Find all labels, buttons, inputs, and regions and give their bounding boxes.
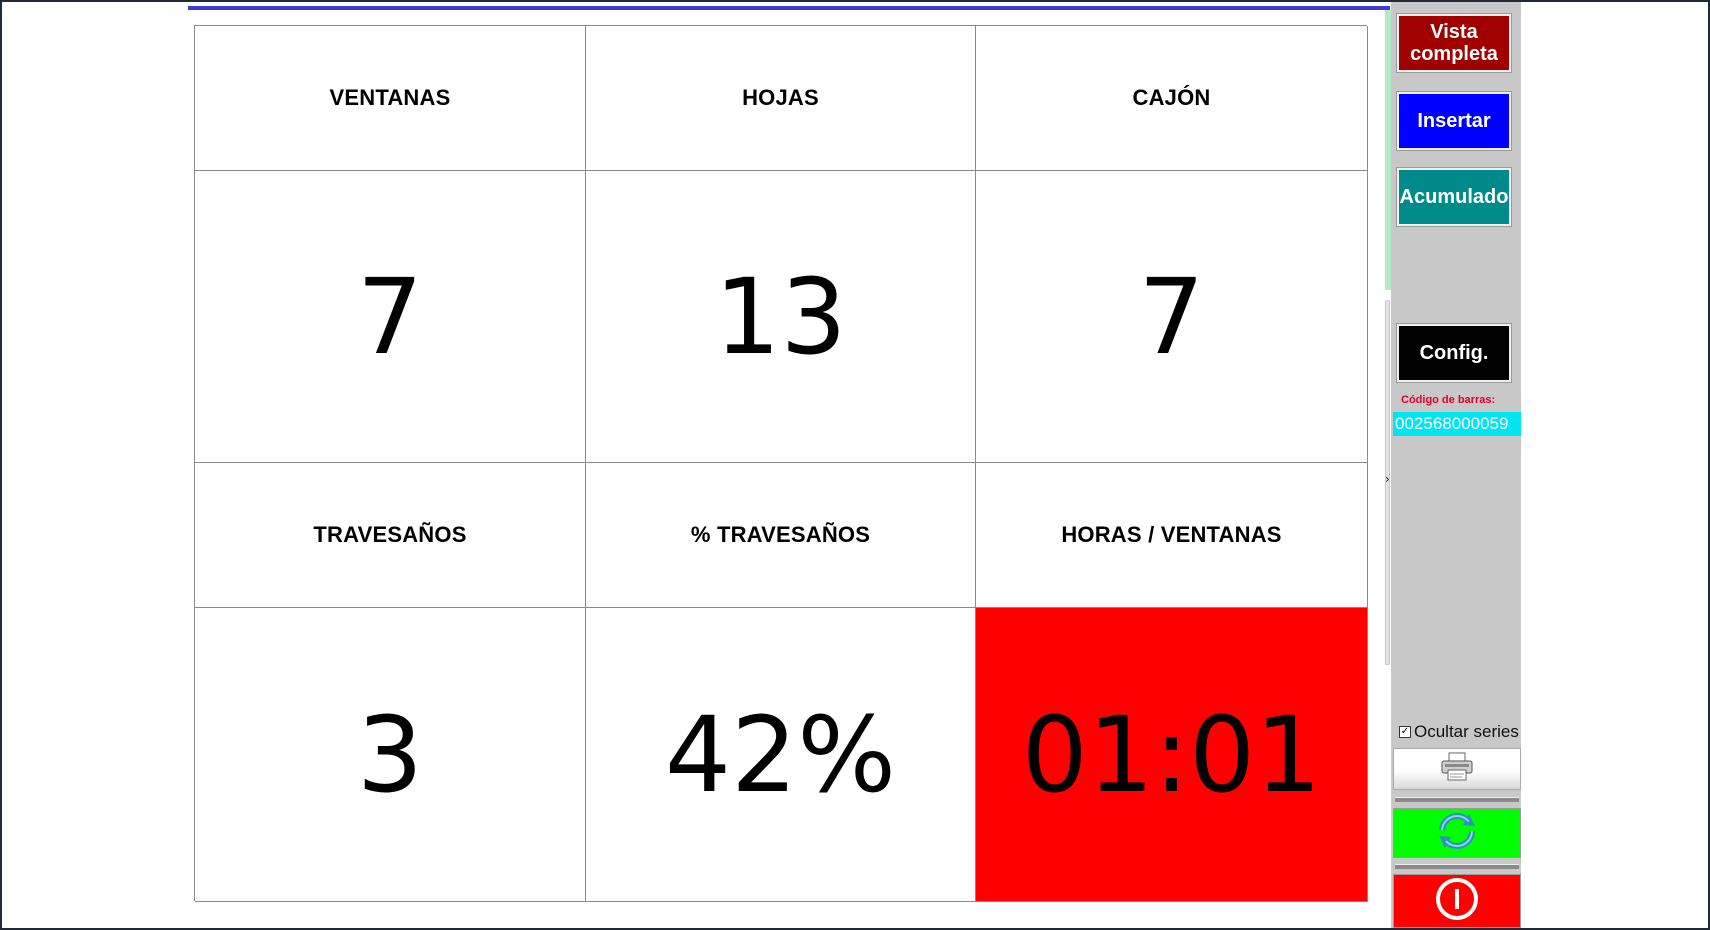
horas-ventanas-value: 01:01 [976, 608, 1368, 902]
print-button[interactable] [1393, 748, 1521, 790]
chevron-right-icon[interactable]: › [1385, 472, 1390, 486]
ventanas-header: VENTANAS [195, 26, 586, 171]
hojas-value: 13 [586, 171, 976, 463]
panel-separator [1395, 797, 1519, 802]
horas-ventanas-header: HORAS / VENTANAS [976, 463, 1368, 608]
cajon-value: 7 [976, 171, 1368, 463]
travesanos-value: 3 [195, 608, 586, 902]
acumulado-button[interactable]: Acumulado [1396, 167, 1512, 227]
production-grid: VENTANAS HOJAS CAJÓN 7 13 7 TRAVESAÑOS %… [194, 25, 1368, 902]
barcode-label: Código de barras: [1401, 394, 1496, 406]
power-button[interactable] [1393, 874, 1521, 928]
vista-completa-button[interactable]: Vista completa [1396, 13, 1512, 73]
ventanas-value: 7 [195, 171, 586, 463]
refresh-icon [1435, 810, 1479, 856]
barcode-input[interactable]: 002568000059 [1393, 412, 1521, 436]
panel-separator [1395, 864, 1519, 869]
ocultar-series-row[interactable]: ✓ Ocultar series [1399, 722, 1519, 742]
insertar-button[interactable]: Insertar [1396, 91, 1512, 151]
header-divider [188, 6, 1390, 10]
travesanos-header: TRAVESAÑOS [195, 463, 586, 608]
ocultar-series-label: Ocultar series [1414, 722, 1519, 741]
right-panel: Vista completa Insertar Acumulado Config… [1391, 2, 1521, 928]
pct-travesanos-value: 42% [586, 608, 976, 902]
config-button[interactable]: Config. [1396, 323, 1512, 383]
refresh-button[interactable] [1393, 808, 1521, 858]
power-icon [1434, 876, 1480, 926]
pct-travesanos-header: % TRAVESAÑOS [586, 463, 976, 608]
printer-icon [1440, 752, 1474, 786]
ocultar-series-checkbox[interactable]: ✓ [1399, 726, 1411, 738]
cajon-header: CAJÓN [976, 26, 1368, 171]
hojas-header: HOJAS [586, 26, 976, 171]
